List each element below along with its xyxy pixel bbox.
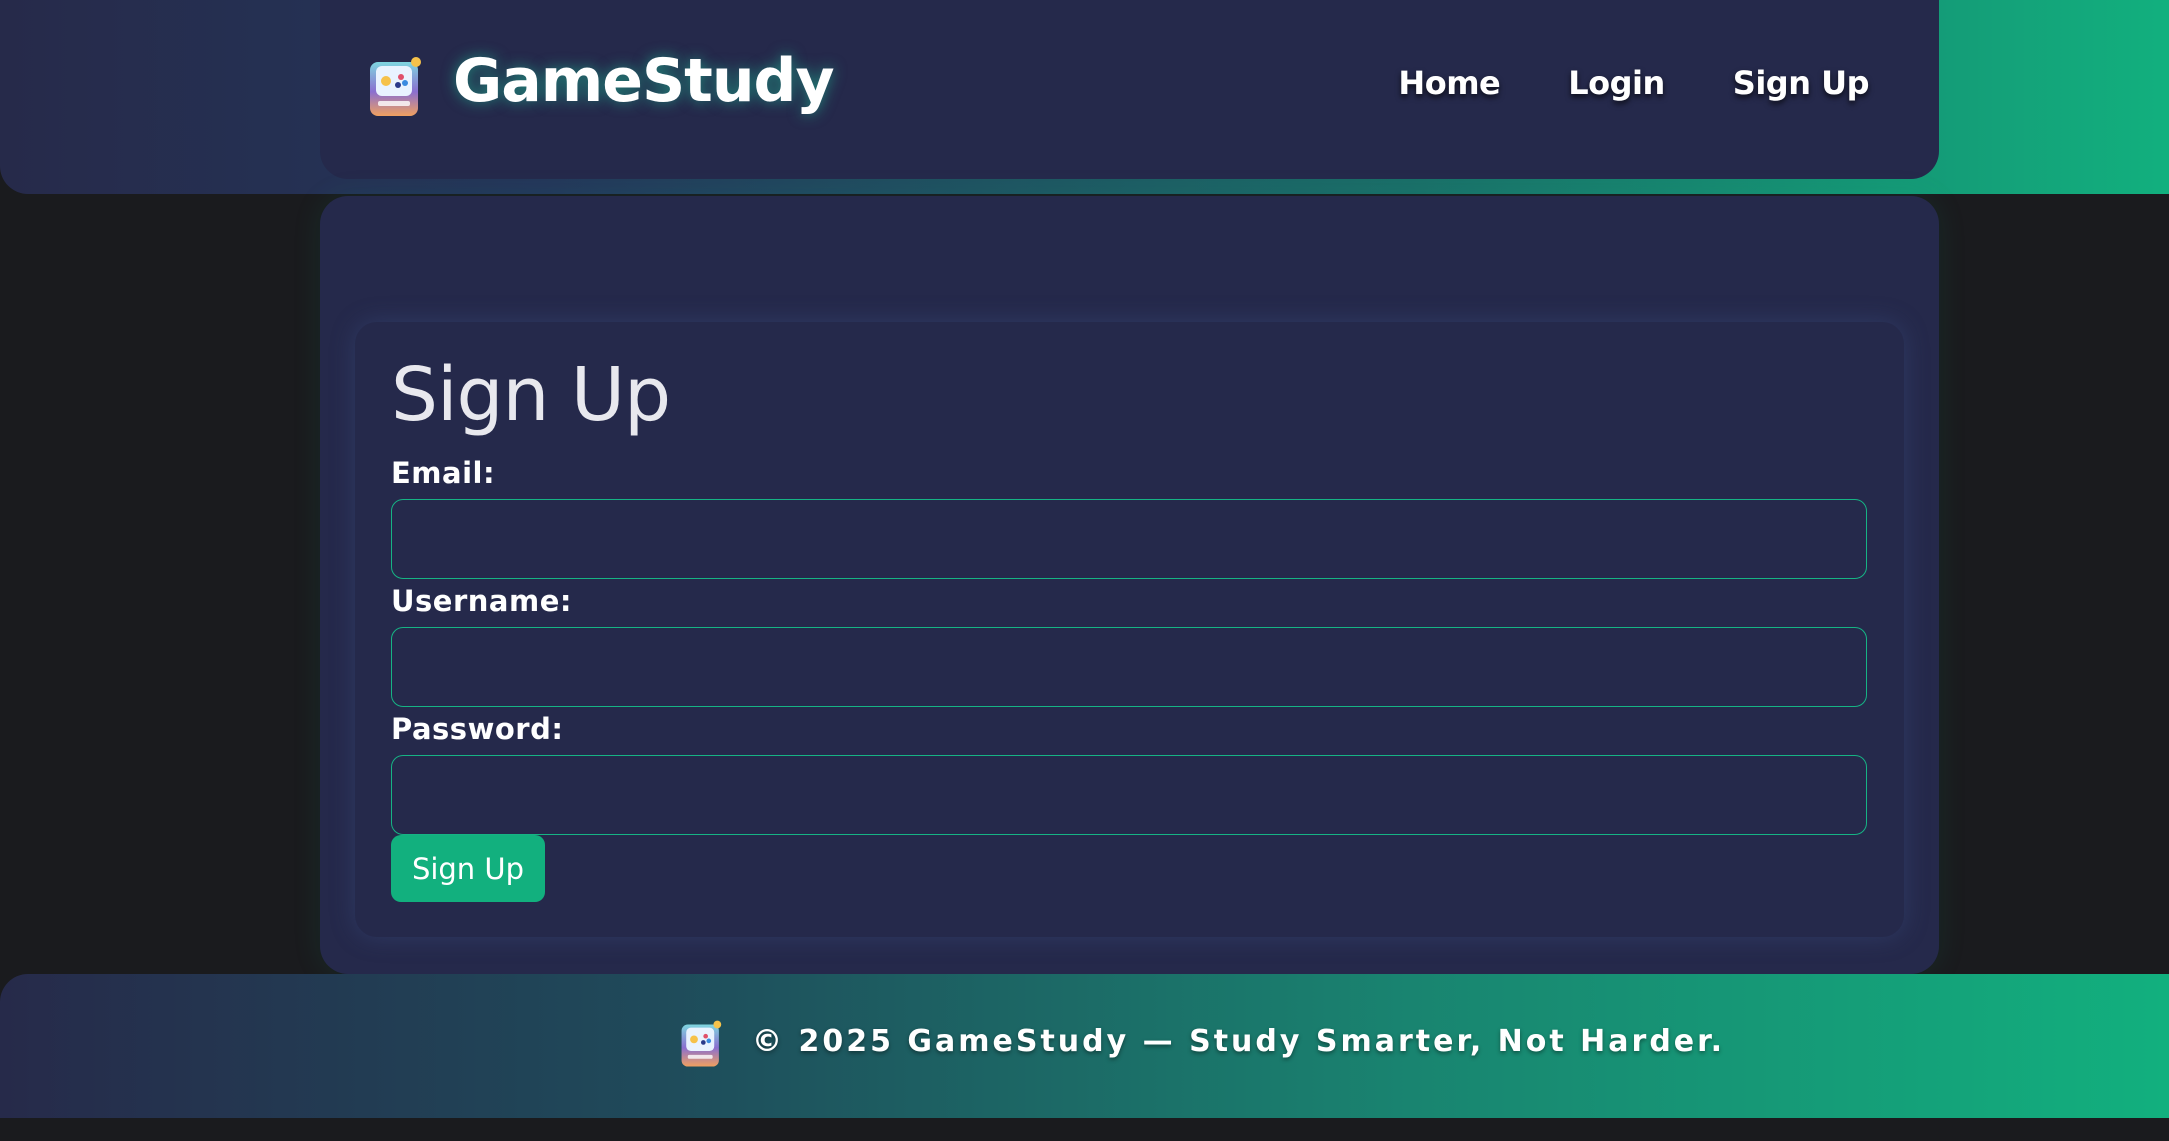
page: GameStudy Home Login Sign Up Sign Up Ema… — [0, 0, 2169, 1141]
password-field[interactable] — [391, 755, 1867, 835]
email-field[interactable] — [391, 499, 1867, 579]
brand-title[interactable]: GameStudy — [453, 46, 835, 116]
footer-copyright: © 2025 GameStudy — Study Smarter, Not Ha… — [752, 1024, 1726, 1059]
username-field[interactable] — [391, 627, 1867, 707]
gamepad-logo-icon — [681, 1020, 722, 1067]
username-label: Username: — [391, 584, 572, 618]
email-label: Email: — [391, 456, 496, 490]
signup-submit-button[interactable]: Sign Up — [391, 835, 545, 902]
nav-signup-link[interactable]: Sign Up — [1733, 64, 1870, 102]
nav-login-link[interactable]: Login — [1568, 64, 1665, 102]
nav-home-link[interactable]: Home — [1398, 64, 1500, 102]
password-label: Password: — [391, 712, 564, 746]
main-nav: Home Login Sign Up — [1398, 64, 1869, 102]
gamepad-logo-icon[interactable] — [368, 56, 422, 118]
form-title: Sign Up — [391, 352, 671, 438]
